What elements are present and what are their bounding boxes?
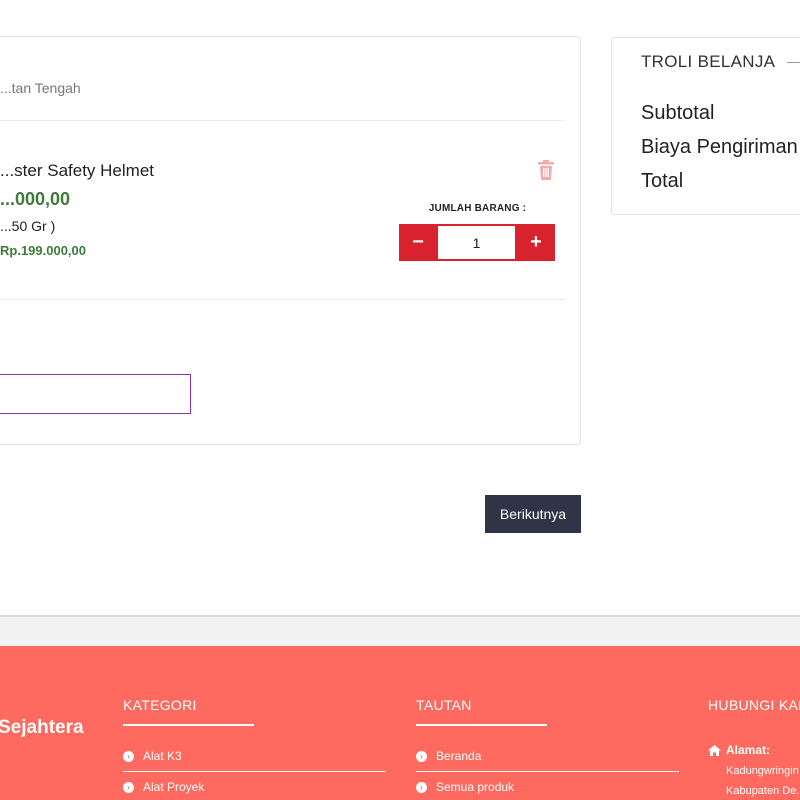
cart-divider bbox=[0, 299, 565, 300]
footer-link-alat-proyek[interactable]: › Alat Proyek bbox=[123, 780, 204, 794]
arrow-right-circle-icon: › bbox=[123, 750, 134, 762]
footer-link-separator bbox=[123, 771, 386, 772]
increment-button[interactable]: + bbox=[517, 224, 555, 261]
footer-brand[interactable]: Sejahtera bbox=[0, 717, 84, 739]
footer-link-beranda[interactable]: › Beranda bbox=[416, 749, 481, 763]
arrow-right-circle-icon: › bbox=[416, 781, 427, 793]
decrement-button[interactable]: − bbox=[399, 224, 437, 261]
footer-heading-underline bbox=[123, 724, 254, 726]
footer-heading-underline bbox=[416, 724, 547, 726]
quantity-stepper: − + bbox=[399, 224, 555, 261]
footer-link-label: Alat K3 bbox=[143, 749, 182, 763]
trash-icon[interactable] bbox=[537, 160, 555, 180]
address-label: Alamat: bbox=[708, 743, 770, 757]
footer-heading-tautan: TAUTAN bbox=[416, 697, 472, 713]
footer: Sejahtera KATEGORI › Alat K3 › Alat Proy… bbox=[0, 646, 800, 800]
next-button[interactable]: Berikutnya bbox=[485, 495, 581, 533]
quantity-input[interactable] bbox=[438, 226, 515, 259]
arrow-right-circle-icon: › bbox=[416, 750, 427, 762]
quantity-label: JUMLAH BARANG : bbox=[428, 203, 527, 214]
footer-link-alat-k3[interactable]: › Alat K3 bbox=[123, 749, 182, 763]
product-name[interactable]: ...ster Safety Helmet bbox=[0, 161, 154, 181]
footer-heading-hubungi: HUBUNGI KAMI bbox=[708, 697, 800, 713]
arrow-right-circle-icon: › bbox=[123, 781, 134, 793]
summary-title: TROLI BELANJA bbox=[641, 52, 776, 71]
footer-heading-kategori: KATEGORI bbox=[123, 697, 197, 713]
footer-link-semua-produk[interactable]: › Semua produk bbox=[416, 780, 514, 794]
product-price: ...000,00 bbox=[0, 189, 71, 209]
footer-link-label: Beranda bbox=[436, 749, 482, 763]
grey-band bbox=[0, 617, 800, 646]
product-subtotal: Rp.199.000,00 bbox=[0, 243, 87, 258]
store-location: ...tan Tengah bbox=[0, 80, 81, 96]
footer-link-label: Alat Proyek bbox=[143, 780, 205, 794]
product-weight: ...50 Gr ) bbox=[0, 218, 56, 234]
summary-title-line bbox=[787, 62, 800, 63]
summary-shipping-label: Biaya Pengiriman bbox=[641, 136, 798, 158]
cart-divider bbox=[0, 120, 565, 121]
home-icon bbox=[708, 744, 721, 756]
summary-total-label: Total bbox=[641, 170, 684, 192]
footer-link-separator bbox=[416, 771, 679, 772]
address-line: Kabupaten De... bbox=[726, 785, 800, 797]
address-line: Kadungwringin bbox=[726, 765, 799, 777]
summary-subtotal-label: Subtotal bbox=[641, 102, 715, 124]
footer-link-label: Semua produk bbox=[436, 780, 515, 794]
address-label-text: Alamat: bbox=[726, 743, 771, 757]
note-input[interactable] bbox=[0, 374, 191, 414]
